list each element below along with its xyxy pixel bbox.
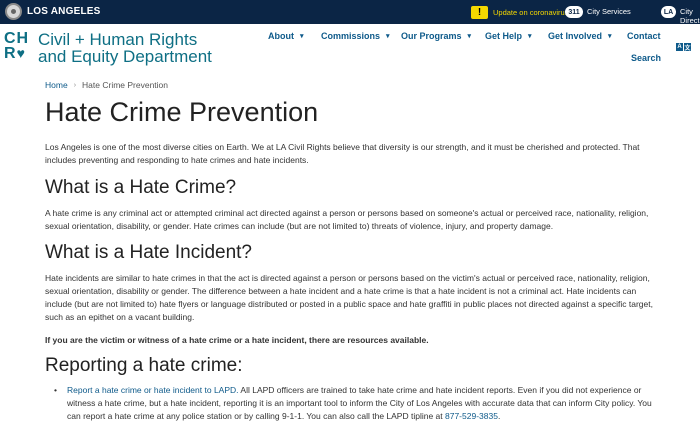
bullet-icon: • — [54, 385, 57, 395]
chevron-down-icon: ▾ — [608, 33, 612, 40]
breadcrumb-separator-icon: › — [73, 81, 77, 89]
logo-mark-letter: R — [4, 45, 17, 62]
nav-about-label: About — [268, 31, 294, 41]
translate-icon-cjk: 文 — [684, 43, 691, 52]
reporting-heading: Reporting a hate crime: — [45, 355, 243, 376]
intro-paragraph: Los Angeles is one of the most diverse c… — [45, 142, 640, 165]
hate-crime-heading: What is a Hate Crime? — [45, 177, 237, 198]
heart-icon: ♥ — [16, 45, 26, 61]
breadcrumb: Home › Hate Crime Prevention — [45, 80, 168, 90]
city-top-bar: LOS ANGELES ! Update on coronavirus 311 … — [0, 0, 700, 25]
report-to-lapd-link[interactable]: Report a hate crime or hate incident to … — [67, 385, 239, 395]
department-logo-title[interactable]: Civil + Human Rights and Equity Departme… — [38, 31, 212, 65]
city-seal-icon[interactable] — [5, 3, 22, 20]
nav-get-involved[interactable]: Get Involved ▾ — [548, 31, 612, 41]
nav-search-label: Search — [631, 53, 662, 63]
translate-icon[interactable]: A 文 — [676, 43, 691, 52]
chevron-down-icon: ▾ — [386, 33, 390, 40]
list-item: • Report a hate crime or hate incident t… — [45, 384, 660, 423]
chevron-down-icon: ▾ — [467, 33, 472, 40]
nav-contact-label: Contact — [627, 31, 661, 41]
logo-title-line2: and Equity Department — [38, 47, 212, 66]
chevron-down-icon: ▾ — [300, 33, 304, 40]
nav-get-involved-label: Get Involved — [548, 31, 603, 41]
nav-search[interactable]: Search — [631, 53, 661, 63]
chevron-down-icon: ▾ — [528, 33, 532, 40]
resources-available-text: If you are the victim or witness of a ha… — [45, 335, 429, 345]
logo-mark-line1: CH — [4, 30, 30, 47]
nav-contact[interactable]: Contact — [627, 31, 661, 41]
hate-crime-paragraph: A hate crime is any criminal act or atte… — [45, 208, 649, 231]
city-directory-link[interactable]: City Directory — [680, 7, 700, 25]
report-item-end: . — [497, 411, 501, 421]
nav-commissions-label: Commissions — [321, 31, 381, 41]
nav-get-help[interactable]: Get Help ▾ — [485, 31, 532, 41]
nav-about[interactable]: About ▾ — [268, 31, 304, 41]
breadcrumb-current: Hate Crime Prevention — [82, 80, 169, 90]
nav-our-programs[interactable]: Our Programs ▾ — [401, 31, 471, 41]
lapd-tipline-phone-link[interactable]: 877-529-3835 — [445, 411, 498, 421]
nav-our-programs-label: Our Programs — [401, 31, 462, 41]
translate-icon-latin: A — [676, 43, 683, 51]
nav-commissions[interactable]: Commissions ▾ — [321, 31, 390, 41]
logo-title-line1: Civil + Human Rights — [38, 30, 198, 49]
hate-incident-paragraph: Hate incidents are similar to hate crime… — [45, 273, 653, 322]
hate-incident-heading: What is a Hate Incident? — [45, 242, 252, 263]
311-badge-icon[interactable]: 311 — [565, 6, 583, 18]
department-logo-mark[interactable]: CH R♥ — [4, 30, 34, 62]
coronavirus-update-link[interactable]: ! Update on coronavirus — [471, 5, 568, 19]
reporting-list: • Report a hate crime or hate incident t… — [45, 384, 660, 423]
page-title: Hate Crime Prevention — [45, 97, 319, 127]
breadcrumb-home-link[interactable]: Home — [45, 80, 68, 90]
nav-get-help-label: Get Help — [485, 31, 523, 41]
la-badge-icon[interactable]: LA — [661, 6, 676, 18]
city-services-link[interactable]: City Services — [587, 7, 631, 16]
city-name-link[interactable]: LOS ANGELES — [27, 6, 101, 17]
alert-icon: ! — [471, 5, 488, 19]
coronavirus-update-label: Update on coronavirus — [493, 7, 569, 17]
